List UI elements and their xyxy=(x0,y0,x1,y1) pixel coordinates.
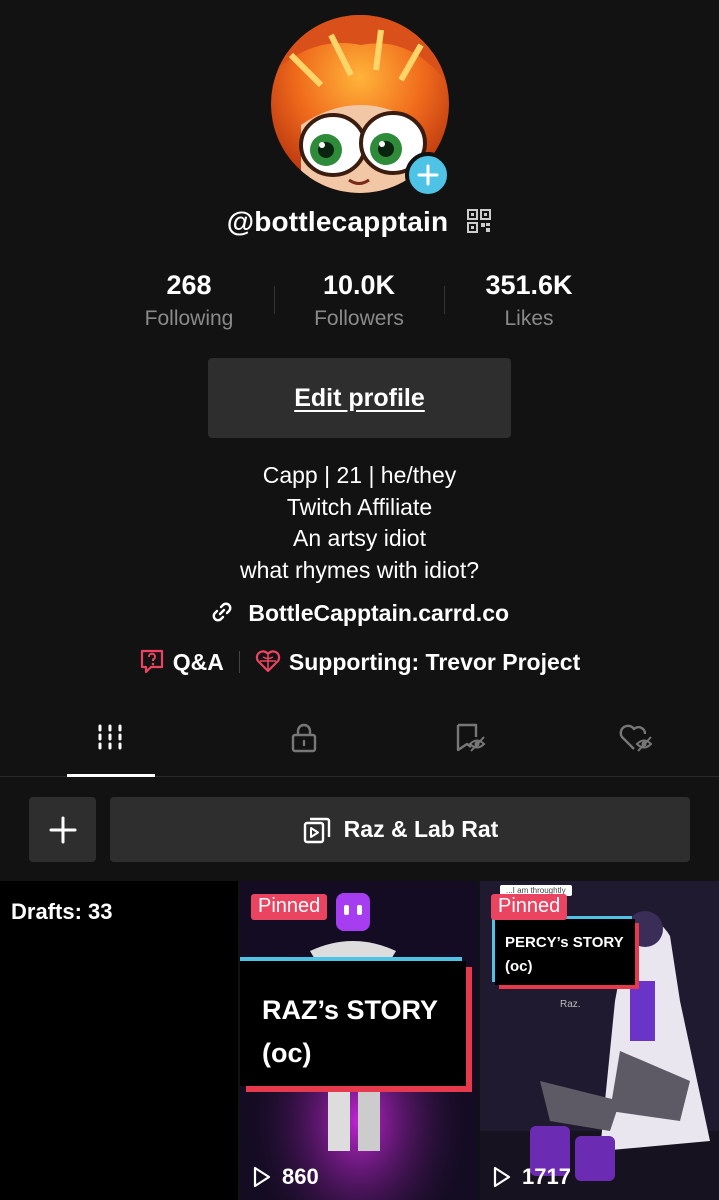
playlist-icon xyxy=(303,817,330,843)
bio-link[interactable]: BottleCapptain.carrd.co xyxy=(0,600,719,627)
bio-line: what rhymes with idiot? xyxy=(239,556,480,583)
video-title-line: (oc) xyxy=(505,958,533,975)
play-icon xyxy=(253,1166,271,1188)
hidden-bookmark-icon xyxy=(456,723,486,752)
hidden-heart-icon xyxy=(619,724,653,752)
link-icon xyxy=(212,602,232,622)
video-title-line: (oc) xyxy=(262,1038,312,1068)
drafts-tile[interactable]: Drafts: 33 xyxy=(0,881,238,1200)
plus-icon xyxy=(49,816,76,843)
stat-value: 268 xyxy=(166,270,212,300)
stat-value: 10.0K xyxy=(322,270,396,300)
add-playlist-button[interactable] xyxy=(29,797,96,862)
view-count-value: 860 xyxy=(282,1164,319,1189)
divider xyxy=(238,651,240,673)
stat-label: Following xyxy=(144,307,234,330)
playlist-button[interactable]: Raz & Lab Rat xyxy=(110,797,690,862)
video-title-line: RAZ’s STORY xyxy=(262,995,439,1025)
qr-code-icon[interactable] xyxy=(466,208,492,241)
plus-icon xyxy=(417,164,439,186)
edit-profile-button[interactable]: Edit profile xyxy=(208,358,511,438)
username-row: @bottlecapptain xyxy=(0,206,719,241)
character-tag: Raz. xyxy=(560,999,581,1010)
bio-line: An artsy idiot xyxy=(293,525,426,551)
tab-reposts[interactable] xyxy=(387,712,553,776)
view-count-value: 1717 xyxy=(522,1164,571,1189)
video-grid: Drafts: 33 RAZ’s STORY (oc) Pinned 860 .… xyxy=(0,881,719,1200)
video-title-card: RAZ’s STORY (oc) xyxy=(240,961,466,1086)
qa-entry[interactable]: Q&A xyxy=(139,648,224,676)
supporting-entry[interactable]: Supporting: Trevor Project xyxy=(255,648,580,676)
bio-line: Twitch Affiliate xyxy=(286,493,433,520)
video-title-card: PERCY’s STORY (oc) xyxy=(495,919,635,985)
supporting-label: Supporting: Trevor Project xyxy=(288,649,581,675)
profile-tabs xyxy=(0,712,719,777)
video-title-line: PERCY’s STORY xyxy=(505,934,624,951)
stat-divider xyxy=(274,286,275,314)
stat-label: Followers xyxy=(314,307,404,330)
profile-avatar-container[interactable] xyxy=(271,15,451,198)
profile-extras: Q&A Supporting: Trevor Project xyxy=(0,648,719,676)
stat-following[interactable]: 268 Following xyxy=(104,270,274,331)
stat-likes[interactable]: 351.6K Likes xyxy=(444,270,614,331)
view-count: 1717 xyxy=(492,1164,571,1190)
add-avatar-button[interactable] xyxy=(405,152,451,198)
bio: Capp | 21 | he/they Twitch Affiliate An … xyxy=(0,460,719,586)
playlist-label: Raz & Lab Rat xyxy=(343,816,499,842)
link-text: BottleCapptain.carrd.co xyxy=(248,600,510,626)
stat-label: Likes xyxy=(504,307,554,330)
view-count: 860 xyxy=(252,1164,319,1190)
pinned-badge: Pinned xyxy=(251,894,328,920)
video-thumbnail[interactable]: RAZ’s STORY (oc) Pinned 860 xyxy=(240,881,478,1200)
drafts-label: Drafts: 33 xyxy=(11,899,113,924)
tab-liked[interactable] xyxy=(553,712,719,776)
bio-line: Capp | 21 | he/they xyxy=(262,462,457,488)
pinned-badge: Pinned xyxy=(491,894,568,920)
profile-stats: 268 Following 10.0K Followers 351.6K Lik… xyxy=(104,270,614,331)
tab-private[interactable] xyxy=(221,712,387,776)
heart-globe-icon xyxy=(255,650,281,673)
stat-followers[interactable]: 10.0K Followers xyxy=(274,270,444,331)
grid-icon xyxy=(98,724,122,750)
question-bubble-icon xyxy=(140,649,163,674)
stat-value: 351.6K xyxy=(485,270,573,300)
video-thumbnail[interactable]: ...I am throughtly PERCY’s STORY (oc) Ra… xyxy=(480,881,719,1200)
stat-divider xyxy=(444,286,445,314)
lock-icon xyxy=(291,723,316,753)
qa-label: Q&A xyxy=(172,649,224,675)
play-icon xyxy=(493,1166,511,1188)
tab-videos[interactable] xyxy=(0,712,221,777)
username: @bottlecapptain xyxy=(226,206,449,237)
